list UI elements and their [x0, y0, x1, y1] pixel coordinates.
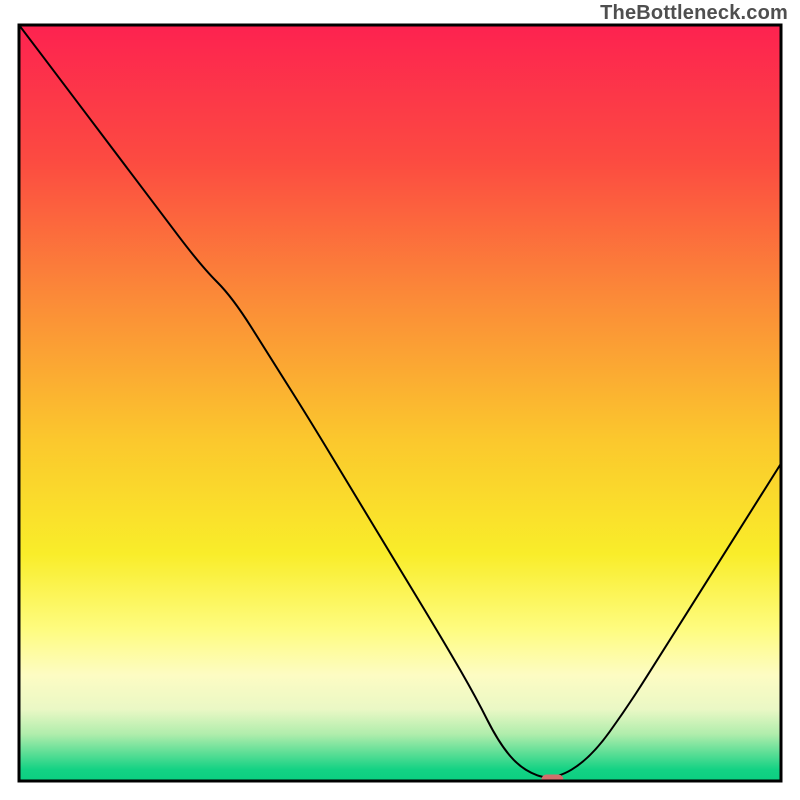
gradient-background — [19, 25, 781, 781]
bottleneck-chart — [0, 0, 800, 800]
chart-stage: TheBottleneck.com — [0, 0, 800, 800]
